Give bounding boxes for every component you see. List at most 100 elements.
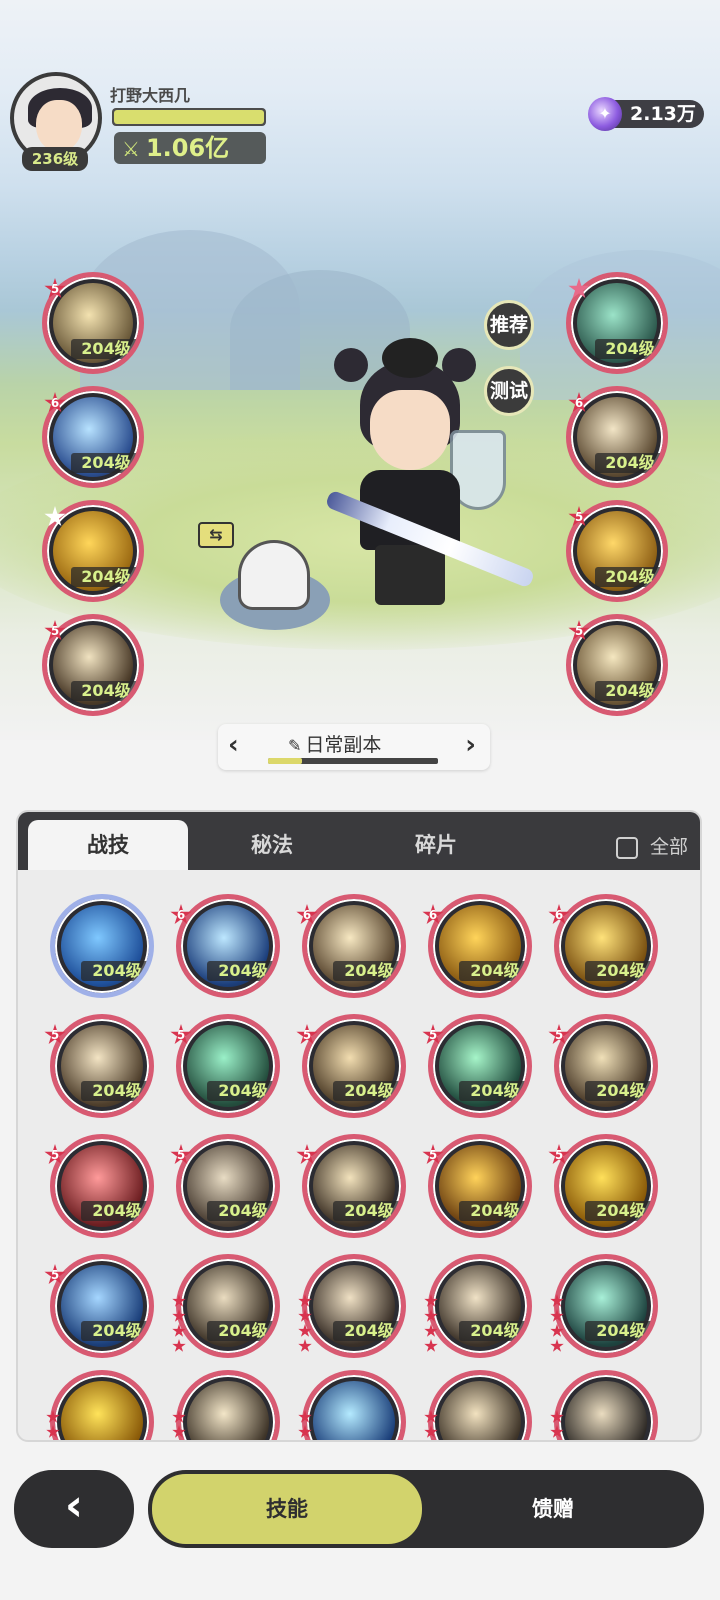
skill-card[interactable] bbox=[50, 1370, 154, 1440]
skill-card[interactable]: 204级 bbox=[554, 1134, 658, 1238]
currency-amount: 2.13万 bbox=[630, 103, 696, 125]
character-face bbox=[370, 390, 450, 470]
skill-level-label: 204级 bbox=[81, 1201, 149, 1221]
currency-display[interactable]: ✦ 2.13万 bbox=[588, 97, 704, 131]
skill-level-label: 204级 bbox=[207, 1081, 275, 1101]
skill-card[interactable]: 204级 bbox=[428, 1014, 532, 1118]
skill-card[interactable]: 204级 bbox=[428, 894, 532, 998]
dungeon-progress-fill bbox=[268, 758, 302, 764]
skill-card[interactable] bbox=[176, 1370, 280, 1440]
skill-card[interactable]: 204级 bbox=[302, 1014, 406, 1118]
show-all-label: 全部 bbox=[649, 836, 688, 858]
skill-level-label: 204级 bbox=[459, 1081, 527, 1101]
skill-level-label: 204级 bbox=[459, 1321, 527, 1341]
purple-gem-icon: ✦ bbox=[588, 97, 622, 131]
skill-level-label: 204级 bbox=[595, 339, 663, 359]
skill-level-label: 204级 bbox=[333, 1201, 401, 1221]
skill-card[interactable]: 204级 bbox=[50, 1254, 154, 1358]
star-stack-icon bbox=[46, 1410, 60, 1440]
skill-level-label: 204级 bbox=[595, 453, 663, 473]
skill-level-label: 204级 bbox=[81, 1321, 149, 1341]
dungeon-progress-bar bbox=[268, 758, 438, 764]
skill-level-label: 204级 bbox=[207, 1321, 275, 1341]
skill-level-label: 204级 bbox=[459, 961, 527, 981]
pet-knight-slime[interactable] bbox=[210, 540, 334, 632]
exp-bar-fill bbox=[114, 110, 264, 124]
pen-icon: ✎ bbox=[288, 736, 302, 755]
exp-bar bbox=[112, 108, 266, 126]
skill-card[interactable]: 204级 bbox=[428, 1254, 532, 1358]
checkbox-icon bbox=[615, 836, 638, 859]
skill-grid: 204级 204级 6 204级 6 204级 6 204级 6 204级 5 204级 5 204级 5 2… bbox=[18, 870, 700, 1440]
skill-level-label: 204级 bbox=[333, 961, 401, 981]
back-button[interactable]: ‹ bbox=[14, 1470, 134, 1548]
skill-card[interactable]: 204级 bbox=[554, 1254, 658, 1358]
skill-card[interactable] bbox=[302, 1370, 406, 1440]
skill-card[interactable]: 204级 bbox=[176, 1254, 280, 1358]
skill-card[interactable]: 204级 bbox=[176, 1134, 280, 1238]
skill-panel: 战技 秘法 碎片 全部 204级 204级 6 204级 6 204级 6 204级 6 204级… bbox=[16, 810, 702, 1442]
skill-level-label: 204级 bbox=[585, 1081, 653, 1101]
skill-art-icon bbox=[439, 1381, 521, 1440]
pet-helmet bbox=[238, 540, 310, 610]
player-name: 打野大西几 bbox=[110, 86, 191, 105]
skill-card[interactable]: 204级 bbox=[176, 894, 280, 998]
skill-level-label: 204级 bbox=[81, 961, 149, 981]
sword-cross-icon: ⚔ bbox=[122, 137, 140, 161]
skill-level-label: 204级 bbox=[595, 681, 663, 701]
bottom-nav: 技能 馈赠 bbox=[148, 1470, 704, 1548]
star-stack-icon bbox=[172, 1294, 186, 1354]
nav-gift[interactable]: 馈赠 bbox=[418, 1474, 688, 1544]
skill-art-icon bbox=[61, 1381, 143, 1440]
skill-level-label: 204级 bbox=[333, 1081, 401, 1101]
star-stack-icon bbox=[550, 1294, 564, 1354]
skill-level-label: 204级 bbox=[585, 1321, 653, 1341]
show-all-checkbox[interactable]: 全部 bbox=[615, 832, 688, 859]
skill-card[interactable]: 204级 bbox=[554, 894, 658, 998]
skill-level-label: 204级 bbox=[585, 961, 653, 981]
battle-scene: 236级 打野大西几 ⚔ 1.06亿 ✦ 2.13万 204级 5 204级 6 204级… bbox=[0, 0, 720, 740]
prev-arrow-icon[interactable]: ‹ bbox=[228, 730, 239, 760]
dungeon-selector: ‹ ✎ 日常副本 › bbox=[218, 724, 490, 770]
skill-card[interactable]: 204级 bbox=[428, 1134, 532, 1238]
skill-tabs: 战技 秘法 碎片 全部 bbox=[18, 812, 700, 870]
skill-card[interactable]: 204级 bbox=[554, 1014, 658, 1118]
cat-hat bbox=[382, 338, 438, 378]
skill-card[interactable]: 204级 bbox=[50, 1134, 154, 1238]
skill-art-icon bbox=[187, 1381, 269, 1440]
skill-card[interactable] bbox=[554, 1370, 658, 1440]
skill-level-label: 204级 bbox=[595, 567, 663, 587]
tab-fragments[interactable]: 碎片 bbox=[356, 820, 516, 870]
skill-level-label: 204级 bbox=[333, 1321, 401, 1341]
tab-combat-skills[interactable]: 战技 bbox=[28, 820, 188, 870]
player-level-badge: 236级 bbox=[22, 147, 88, 171]
skill-card[interactable]: 204级 bbox=[176, 1014, 280, 1118]
skill-card[interactable]: 204级 bbox=[302, 894, 406, 998]
skill-level-label: 204级 bbox=[71, 453, 139, 473]
character-legs bbox=[375, 545, 445, 605]
avatar-face bbox=[36, 100, 82, 152]
nav-skills[interactable]: 技能 bbox=[152, 1474, 422, 1544]
skill-level-label: 204级 bbox=[459, 1201, 527, 1221]
star-stack-icon bbox=[550, 1410, 564, 1440]
star-stack-icon bbox=[298, 1294, 312, 1354]
dungeon-title: ✎ 日常副本 bbox=[288, 730, 381, 757]
skill-art-icon bbox=[565, 1381, 647, 1440]
skill-level-label: 204级 bbox=[71, 567, 139, 587]
star-stack-icon bbox=[298, 1410, 312, 1440]
skill-level-label: 204级 bbox=[207, 961, 275, 981]
skill-card[interactable] bbox=[428, 1370, 532, 1440]
skill-card[interactable]: 204级 bbox=[50, 1014, 154, 1118]
tab-secret-arts[interactable]: 秘法 bbox=[192, 820, 352, 870]
skill-card[interactable]: 204级 bbox=[302, 1134, 406, 1238]
dungeon-title-text: 日常副本 bbox=[305, 734, 382, 756]
skill-level-label: 204级 bbox=[71, 339, 139, 359]
skill-level-label: 204级 bbox=[207, 1201, 275, 1221]
combat-power-value: 1.06亿 bbox=[145, 134, 230, 162]
next-arrow-icon[interactable]: › bbox=[465, 730, 476, 760]
skill-card[interactable]: 204级 bbox=[302, 1254, 406, 1358]
star-stack-icon bbox=[424, 1410, 438, 1440]
skill-card[interactable]: 204级 bbox=[50, 894, 154, 998]
skill-level-label: 204级 bbox=[71, 681, 139, 701]
character-hair-bun bbox=[334, 348, 368, 382]
